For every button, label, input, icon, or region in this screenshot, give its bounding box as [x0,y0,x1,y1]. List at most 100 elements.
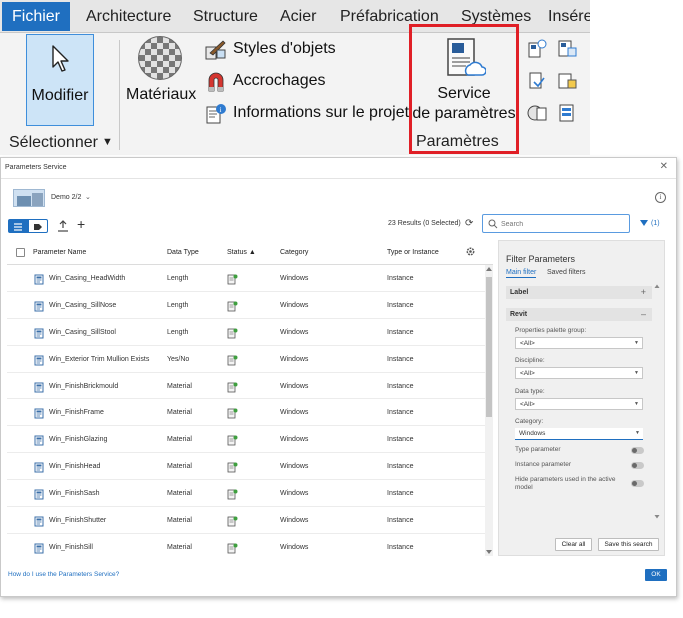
transfer-standards-icon[interactable] [556,70,578,92]
magnet-icon [208,72,224,92]
help-link[interactable]: How do I use the Parameters Service? [8,571,119,578]
tab-saved-filters[interactable]: Saved filters [547,269,586,276]
table-scroll-thumb[interactable] [486,277,492,417]
cell-parameter-name: Win_FinishShutter [49,517,107,525]
cell-category: Windows [280,490,309,498]
modify-button[interactable]: Modifier [26,34,94,126]
dropdown-caret-icon: ▼ [634,401,639,407]
cell-data-type: Material [167,382,192,390]
filter-panel-scrollbar[interactable] [654,284,660,519]
filter-funnel-icon [640,220,648,227]
materials-label: Matériaux [126,86,197,103]
discipline-select[interactable]: <All> ▼ [515,367,643,379]
cell-type-instance: Instance [387,543,414,551]
tab-main-filter[interactable]: Main filter [506,269,537,278]
tab-acier[interactable]: Acier [280,8,316,26]
table-row[interactable]: Win_FinishSash Material Windows Instance [7,480,485,508]
scroll-down-icon[interactable] [486,550,492,554]
save-search-button[interactable]: Save this search [598,538,659,551]
cell-parameter-name: Win_Casing_SillNose [49,301,117,309]
project-parameters-icon[interactable] [556,38,578,60]
ok-button[interactable]: OK [645,569,667,581]
object-styles-label: Styles d'objets [233,40,336,57]
column-header-category[interactable]: Category [280,249,308,256]
table-scrollbar[interactable] [485,265,493,556]
close-icon[interactable]: ✕ [660,161,668,172]
type-parameter-toggle[interactable] [631,447,644,454]
palette-group-select[interactable]: <All> ▼ [515,337,643,349]
cell-category: Windows [280,436,309,444]
label-view-button[interactable] [28,219,48,233]
table-row[interactable]: Win_Casing_SillStool Length Windows Instanc… [7,319,485,346]
cell-data-type: Material [167,436,192,444]
parameters-service-highlight[interactable]: Service de paramètres Paramètres [409,24,519,154]
table-row[interactable]: Win_FinishShutter Material Windows Instance [7,507,485,534]
table-row[interactable]: Win_Casing_HeadWidth Length Windows Instanc… [7,265,485,292]
tab-inserer[interactable]: Insére [548,8,590,26]
project-selector[interactable]: Demo 2/2 [51,194,81,201]
global-parameters-icon[interactable] [526,70,548,92]
table-row[interactable]: Win_FinishHead Material Windows Instance [7,453,485,481]
cell-data-type: Material [167,463,192,471]
cell-parameter-name: Win_Exterior Trim Mullion Exists [49,355,150,363]
table-row[interactable]: Win_FinishGlazing Material Windows Instance [7,426,485,454]
tab-architecture[interactable]: Architecture [86,8,171,26]
column-header-status[interactable]: Status ▲ [227,249,256,256]
info-icon[interactable]: i [655,192,666,203]
revit-section-title: Revit [510,311,528,318]
label-section-header[interactable]: Label + [506,286,652,299]
column-header-data-type[interactable]: Data Type [167,249,199,256]
instance-parameter-toggle[interactable] [631,462,644,469]
cell-category: Windows [280,275,309,282]
materials-button[interactable]: Matériaux [124,34,198,126]
parameter-icon [34,299,45,312]
gear-icon[interactable] [465,246,476,257]
hide-used-toggle[interactable] [631,480,644,487]
data-type-select[interactable]: <All> ▼ [515,398,643,410]
list-icon [14,223,22,231]
tab-structure[interactable]: Structure [193,8,258,26]
project-thumbnail[interactable] [13,189,45,207]
parameter-icon [34,353,45,366]
select-group-label[interactable]: Sélectionner [9,134,98,152]
scroll-up-icon[interactable] [486,267,492,271]
add-icon[interactable]: + [77,216,85,232]
select-dropdown-caret-icon[interactable]: ▼ [102,136,113,148]
column-header-name[interactable]: Parameter Name [33,249,86,256]
category-label: Category: [515,418,544,425]
table-row[interactable]: Win_FinishSill Material Windows Instance [7,534,485,556]
modify-label: Modifier [31,87,89,104]
shared-parameters-icon[interactable] [526,38,548,60]
refresh-icon[interactable]: ⟳ [465,218,473,229]
tab-fichier[interactable]: Fichier [2,2,71,31]
list-view-button[interactable] [8,219,28,233]
cell-parameter-name: Win_Casing_HeadWidth [49,275,126,282]
parameter-icon [34,433,45,446]
clear-all-button[interactable]: Clear all [555,538,592,551]
dropdown-caret-icon: ▼ [634,370,639,376]
category-select[interactable]: Windows ▼ [515,428,643,440]
parameters-table: Parameter Name Data Type Status ▲ Catego… [7,240,493,556]
cell-type-instance: Instance [387,436,414,444]
search-input[interactable] [501,218,626,230]
revit-section-header[interactable]: Revit – [506,308,652,321]
cell-parameter-name: Win_FinishFrame [49,409,104,417]
table-row[interactable]: Win_Exterior Trim Mullion Exists Yes/No Wi… [7,346,485,373]
palette-group-value: <All> [520,340,535,347]
select-all-checkbox[interactable] [16,248,25,257]
purge-unused-icon[interactable] [556,102,578,124]
table-row[interactable]: Win_Casing_SillNose Length Windows Instance [7,292,485,319]
cell-parameter-name: Win_FinishSash [49,490,100,498]
project-units-icon[interactable] [526,102,548,124]
table-row[interactable]: Win_FinishFrame Material Windows Instance [7,399,485,427]
export-icon[interactable] [56,219,70,233]
column-header-type-instance[interactable]: Type or Instance [387,249,439,256]
search-field[interactable] [482,214,630,233]
cell-type-instance: Instance [387,490,414,498]
parameters-service-dialog: Parameters Service ✕ Demo 2/2 ⌄ i + 23 R… [0,157,677,597]
chevron-down-icon[interactable]: ⌄ [85,193,91,201]
filter-toggle-button[interactable]: (1) [640,220,660,227]
table-row[interactable]: Win_FinishBrickmould Material Windows Insta… [7,373,485,400]
cell-category: Windows [280,517,309,525]
cell-type-instance: Instance [387,517,414,525]
